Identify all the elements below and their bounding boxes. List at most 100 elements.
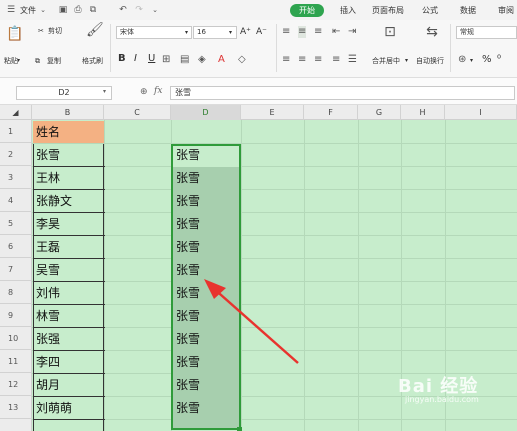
column-header-h[interactable]: H (401, 105, 445, 120)
tab-formulas[interactable]: 公式 (422, 5, 438, 17)
cut-button[interactable]: 剪切 (48, 26, 62, 36)
cell-b10[interactable]: 张强 (33, 328, 60, 351)
chevron-down-icon[interactable]: ▾ (229, 28, 232, 38)
save-icon[interactable]: ▣ (58, 5, 68, 15)
cell-d8[interactable]: 张雪 (173, 282, 200, 305)
cell-d2[interactable]: 张雪 (173, 144, 200, 167)
row-header[interactable]: 4 (0, 189, 32, 212)
font-name-select[interactable]: 宋体 (116, 26, 192, 39)
italic-button[interactable]: I (134, 54, 137, 64)
column-header-g[interactable]: G (358, 105, 401, 120)
underline-button[interactable]: U (148, 54, 155, 64)
row-header[interactable]: 12 (0, 373, 32, 396)
column-header-i[interactable]: I (445, 105, 517, 120)
row-header[interactable]: 7 (0, 258, 32, 281)
justify-icon[interactable]: ≡ (332, 54, 340, 66)
align-middle-icon[interactable]: ≡ (298, 26, 307, 38)
row-header[interactable]: 10 (0, 327, 32, 350)
indent-increase-icon[interactable]: ⇥ (348, 26, 356, 38)
font-shrink-button[interactable]: A⁻ (256, 27, 267, 37)
file-menu[interactable]: 文件 (20, 5, 36, 17)
tab-data[interactable]: 数据 (460, 5, 476, 17)
percent-button[interactable]: % (482, 55, 492, 65)
cell-d3[interactable]: 张雪 (173, 167, 200, 190)
cell-b3[interactable]: 王林 (33, 167, 60, 190)
cell-d7[interactable]: 张雪 (173, 259, 200, 282)
column-header-c[interactable]: C (104, 105, 171, 120)
indent-decrease-icon[interactable]: ⇤ (332, 26, 340, 38)
merge-center-icon[interactable]: ⊡ (382, 25, 398, 39)
clear-format-icon[interactable]: ◇ (238, 54, 246, 66)
fx-icon[interactable]: fx (154, 86, 162, 96)
row-header[interactable]: 13 (0, 396, 32, 419)
formula-input[interactable]: 张雪 (170, 86, 515, 100)
cell-b11[interactable]: 李四 (33, 351, 60, 374)
cell-b6[interactable]: 王磊 (33, 236, 60, 259)
cell-b9[interactable]: 林雪 (33, 305, 60, 328)
cell-b2[interactable]: 张雪 (33, 144, 60, 167)
currency-icon[interactable]: ⊛ (458, 54, 466, 66)
fill-handle[interactable] (237, 427, 242, 431)
tab-review[interactable]: 审阅 (498, 5, 514, 17)
bold-button[interactable]: B (118, 54, 126, 64)
chevron-down-icon[interactable]: ▾ (405, 56, 408, 66)
cell-d9[interactable]: 张雪 (173, 305, 200, 328)
undo-icon[interactable]: ↶ (118, 5, 128, 15)
cell-d4[interactable]: 张雪 (173, 190, 200, 213)
align-top-icon[interactable]: ≡ (282, 26, 290, 38)
copy-button[interactable]: 复制 (47, 56, 61, 66)
tab-start[interactable]: 开始 (290, 4, 324, 17)
cell-d12[interactable]: 张雪 (173, 374, 200, 397)
cell-b4[interactable]: 张静文 (33, 190, 72, 213)
column-header-d[interactable]: D (171, 105, 241, 120)
align-left-icon[interactable]: ≡ (282, 54, 290, 66)
cell-style-icon[interactable]: ▤ (180, 54, 189, 66)
print-icon[interactable]: ⎙ (73, 5, 83, 15)
chevron-down-icon[interactable]: ▾ (470, 56, 473, 66)
chevron-down-icon[interactable]: ▾ (185, 28, 188, 38)
cell-b1[interactable]: 姓名 (33, 121, 60, 144)
cell-b12[interactable]: 胡月 (33, 374, 60, 397)
align-bottom-icon[interactable]: ≡ (314, 26, 322, 38)
cell-d13[interactable]: 张雪 (173, 397, 200, 420)
zoom-icon[interactable]: ⊕ (140, 87, 148, 97)
wrap-text-icon[interactable]: ⇆ (424, 25, 440, 39)
border-icon[interactable]: ⊞ (162, 54, 170, 66)
cell-b8[interactable]: 刘伟 (33, 282, 60, 305)
format-painter-icon[interactable]: 🖌 (86, 23, 104, 37)
menu-icon[interactable]: ☰ (6, 5, 16, 15)
row-header[interactable]: 6 (0, 235, 32, 258)
tab-page-layout[interactable]: 页面布局 (372, 5, 404, 17)
chevron-down-icon[interactable]: ▾ (103, 88, 106, 95)
cell-b13[interactable]: 刘萌萌 (33, 397, 72, 420)
preview-icon[interactable]: ⧉ (88, 5, 98, 15)
row-header[interactable]: 11 (0, 350, 32, 373)
number-format-select[interactable]: 常规 (456, 26, 517, 39)
merge-center-button[interactable]: 合并居中 (372, 56, 400, 66)
row-header[interactable]: 8 (0, 281, 32, 304)
cell-d5[interactable]: 张雪 (173, 213, 200, 236)
paste-label[interactable]: 粘贴 (4, 56, 18, 66)
redo-icon[interactable]: ↷ (134, 5, 144, 15)
font-color-icon[interactable]: A (218, 54, 225, 66)
name-box[interactable]: D2 (16, 86, 112, 100)
row-header[interactable]: 5 (0, 212, 32, 235)
cell-b5[interactable]: 李昊 (33, 213, 60, 236)
fill-color-icon[interactable]: ◈ (198, 54, 206, 66)
customize-icon[interactable]: ⌄ (150, 5, 160, 15)
tab-insert[interactable]: 插入 (340, 5, 356, 17)
cell-d11[interactable]: 张雪 (173, 351, 200, 374)
copy-icon[interactable]: ⧉ (35, 56, 40, 66)
wrap-text-button[interactable]: 自动换行 (416, 56, 444, 66)
column-header-e[interactable]: E (241, 105, 304, 120)
font-grow-button[interactable]: A⁺ (240, 27, 251, 37)
align-right-icon[interactable]: ≡ (314, 54, 322, 66)
row-header[interactable]: 9 (0, 304, 32, 327)
row-header[interactable]: 1 (0, 120, 32, 143)
cell-d10[interactable]: 张雪 (173, 328, 200, 351)
column-header-b[interactable]: B (32, 105, 104, 120)
column-header-f[interactable]: F (304, 105, 358, 120)
thousands-button[interactable]: ⁰ (497, 55, 501, 65)
distribute-icon[interactable]: ☰ (348, 54, 357, 66)
chevron-down-icon[interactable]: ⌄ (38, 5, 48, 15)
